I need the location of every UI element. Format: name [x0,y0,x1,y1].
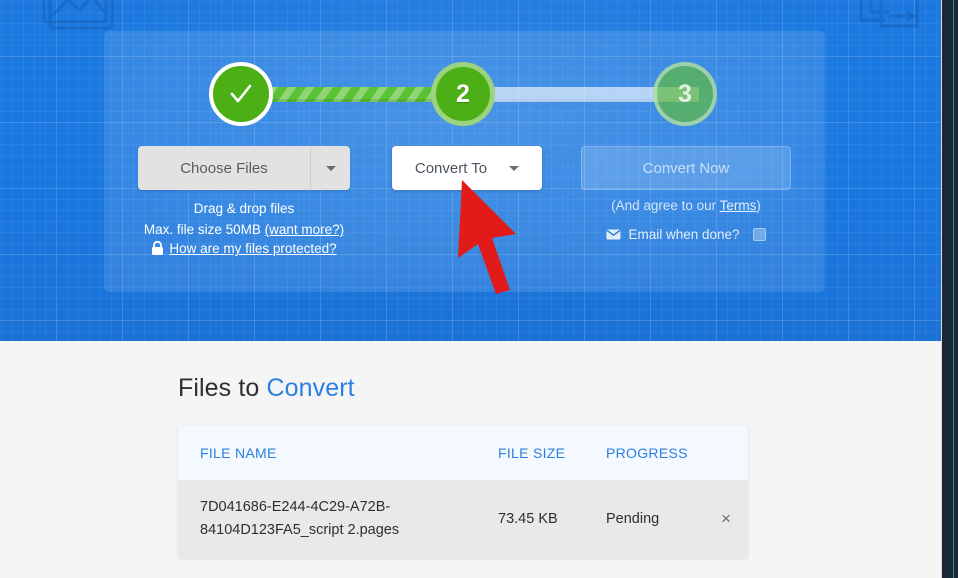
convert-to-label: Convert To [414,159,488,177]
envelope-icon [606,229,622,240]
terms-suffix: ) [756,198,761,213]
file-remove-cell[interactable]: × [706,510,746,528]
chevron-down-icon [509,165,520,171]
page-content: 2 3 Choose Files Convert To Convert Now … [0,0,941,578]
browser-viewport: 2 3 Choose Files Convert To Convert Now … [0,0,958,578]
files-table-header: FILE NAME FILE SIZE PROGRESS [178,426,748,480]
drag-drop-text: Drag & drop files [193,201,295,216]
want-more-link[interactable]: (want more?) [265,222,345,237]
file-name-cell: 7D041686-E244-4C29-A72B-84104D123FA5_scr… [200,499,400,538]
window-edge-right [954,0,958,578]
files-title-accent: Convert [266,374,355,402]
terms-prefix: (And agree to our [611,198,720,213]
close-icon[interactable]: × [721,509,731,528]
window-edge-dark [942,0,953,578]
email-when-done-row[interactable]: Email when done? [581,227,791,242]
files-section: Files to Convert FILE NAME FILE SIZE PRO… [0,341,941,578]
files-title-prefix: Files to [178,374,267,402]
choose-files-dropdown-toggle[interactable] [311,146,350,190]
files-table: FILE NAME FILE SIZE PROGRESS 7D041686-E2… [178,426,748,558]
file-size-cell: 73.45 KB [498,511,558,527]
stepper-step-3-upcoming[interactable]: 3 [653,62,717,126]
stepper-step-1-complete[interactable] [209,62,273,126]
choose-files-help-text: Drag & drop files Max. file size 50MB (w… [138,198,350,240]
check-icon [230,84,252,103]
stepper-step-2-active[interactable]: 2 [431,62,495,126]
column-header-progress: PROGRESS [606,445,688,461]
column-header-file-size: FILE SIZE [498,445,566,461]
email-when-done-checkbox[interactable] [752,228,766,241]
email-when-done-label: Email when done? [628,227,740,242]
chevron-down-icon [325,165,336,171]
file-progress-cell: Pending [606,511,660,527]
stepper-step-2-label: 2 [456,79,470,108]
convert-to-button[interactable]: Convert To [392,146,542,190]
files-protected-row[interactable]: How are my files protected? [138,241,350,256]
choose-files-button[interactable]: Choose Files [138,146,311,190]
terms-link[interactable]: Terms [720,198,757,213]
max-size-text: Max. file size 50MB (want more?) [143,222,345,237]
hero-banner: 2 3 Choose Files Convert To Convert Now … [0,0,941,341]
choose-files-group[interactable]: Choose Files [138,146,350,190]
column-header-file-name: FILE NAME [200,445,277,461]
files-protected-link[interactable]: How are my files protected? [169,241,336,256]
stepper-step-3-label: 3 [678,79,692,108]
upload-card: 2 3 Choose Files Convert To Convert Now … [104,31,825,292]
table-row: 7D041686-E244-4C29-A72B-84104D123FA5_scr… [178,480,748,558]
lock-icon [152,241,164,255]
progress-stepper: 2 3 [104,31,825,156]
terms-agreement-text: (And agree to our Terms) [581,198,791,213]
files-section-title: Files to Convert [178,374,355,403]
upload-actions: Choose Files Convert To Convert Now Drag… [104,146,825,296]
document-pages-icon [855,0,933,46]
convert-now-button[interactable]: Convert Now [581,146,791,190]
